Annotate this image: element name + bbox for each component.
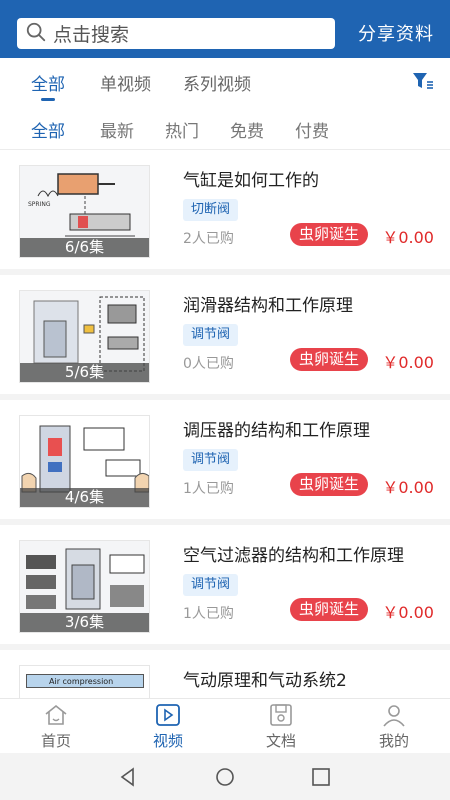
purchase-count: 0人已购 [183, 356, 234, 372]
category-tag: 调节阀 [183, 449, 239, 471]
video-thumbnail[interactable]: 4/6集 [19, 415, 150, 508]
video-title: 润滑器结构和工作原理 [183, 296, 353, 316]
author-badge: 虫卵诞生 [290, 348, 369, 371]
video-thumbnail[interactable]: Air compression [19, 665, 150, 698]
purchase-count: 1人已购 [183, 606, 234, 622]
author-badge: 虫卵诞生 [290, 473, 369, 496]
price: ￥0.00 [382, 353, 434, 372]
author-badge: 虫卵诞生 [290, 598, 369, 621]
nav-label: 首页 [40, 732, 71, 750]
video-icon [156, 704, 180, 726]
share-materials-button[interactable]: 分享资料 [358, 20, 434, 46]
sort-tabs: 全部 最新 热门 免费 付费 [0, 108, 450, 150]
nav-label: 我的 [378, 732, 409, 750]
purchase-count: 1人已购 [183, 481, 234, 497]
sort-tab-all[interactable]: 全部 [31, 117, 65, 142]
home-icon [45, 704, 67, 725]
category-tag: 切断阀 [183, 199, 239, 221]
sort-tab-latest[interactable]: 最新 [100, 117, 134, 142]
top-bar: 点击搜索 分享资料 [0, 0, 450, 58]
list-item[interactable]: SPRING 6/6集 气缸是如何工作的 切断阀 2人已购 虫卵诞生 ￥0.00 [0, 150, 450, 275]
document-icon [270, 704, 292, 726]
sort-tab-hot[interactable]: 热门 [165, 117, 199, 142]
sort-tab-free[interactable]: 免费 [230, 117, 264, 142]
profile-icon [383, 705, 405, 727]
category-tag: 调节阀 [183, 324, 239, 346]
nav-home[interactable]: 首页 [26, 703, 86, 751]
nav-video[interactable]: 视频 [138, 703, 198, 751]
video-title: 调压器的结构和工作原理 [183, 421, 370, 441]
recent-apps-icon[interactable] [311, 767, 331, 787]
nav-label: 视频 [152, 732, 183, 750]
price: ￥0.00 [382, 228, 434, 247]
list-item[interactable]: 5/6集 润滑器结构和工作原理 调节阀 0人已购 虫卵诞生 ￥0.00 [0, 275, 450, 400]
video-title: 空气过滤器的结构和工作原理 [183, 546, 404, 566]
video-title: 气缸是如何工作的 [183, 171, 319, 191]
thumbnail-caption: Air compression [26, 674, 144, 688]
episode-count: 6/6集 [20, 238, 149, 257]
active-tab-indicator [41, 98, 55, 101]
search-icon [25, 21, 47, 47]
video-thumbnail[interactable]: 3/6集 [19, 540, 150, 633]
nav-profile[interactable]: 我的 [364, 703, 424, 751]
sort-tab-paid[interactable]: 付费 [295, 117, 329, 142]
tab-label: 系列视频 [183, 75, 251, 95]
list-item[interactable]: Air compression 气动原理和气动系统2 [0, 650, 450, 698]
home-button-icon[interactable] [215, 767, 235, 787]
episode-count: 5/6集 [20, 363, 149, 382]
video-list: SPRING 6/6集 气缸是如何工作的 切断阀 2人已购 虫卵诞生 ￥0.00… [0, 150, 450, 698]
tab-all[interactable]: 全部 [31, 70, 65, 101]
price: ￥0.00 [382, 478, 434, 497]
price: ￥0.00 [382, 603, 434, 622]
list-item[interactable]: 3/6集 空气过滤器的结构和工作原理 调节阀 1人已购 虫卵诞生 ￥0.00 [0, 525, 450, 650]
video-title: 气动原理和气动系统2 [183, 671, 347, 691]
back-icon[interactable] [118, 767, 138, 787]
search-placeholder: 点击搜索 [53, 24, 130, 46]
video-thumbnail[interactable]: 5/6集 [19, 290, 150, 383]
type-tabs: 全部 单视频 系列视频 [0, 58, 450, 108]
episode-count: 4/6集 [20, 488, 149, 507]
author-badge: 虫卵诞生 [290, 223, 369, 246]
list-item[interactable]: 4/6集 调压器的结构和工作原理 调节阀 1人已购 虫卵诞生 ￥0.00 [0, 400, 450, 525]
bottom-navigation: 首页 视频 文档 我的 [0, 698, 450, 753]
purchase-count: 2人已购 [183, 231, 234, 247]
category-tag: 调节阀 [183, 574, 239, 596]
system-navigation-bar [0, 753, 450, 800]
search-box[interactable]: 点击搜索 [17, 18, 335, 49]
video-thumbnail[interactable]: SPRING 6/6集 [19, 165, 150, 258]
tab-single-video[interactable]: 单视频 [100, 70, 151, 95]
nav-documents[interactable]: 文档 [251, 703, 311, 751]
nav-label: 文档 [265, 732, 296, 750]
svg-text:SPRING: SPRING [28, 201, 51, 208]
episode-count: 3/6集 [20, 613, 149, 632]
filter-icon[interactable] [412, 71, 434, 91]
tab-label: 全部 [31, 75, 65, 95]
tab-label: 单视频 [100, 75, 151, 95]
tab-series-video[interactable]: 系列视频 [183, 70, 251, 95]
